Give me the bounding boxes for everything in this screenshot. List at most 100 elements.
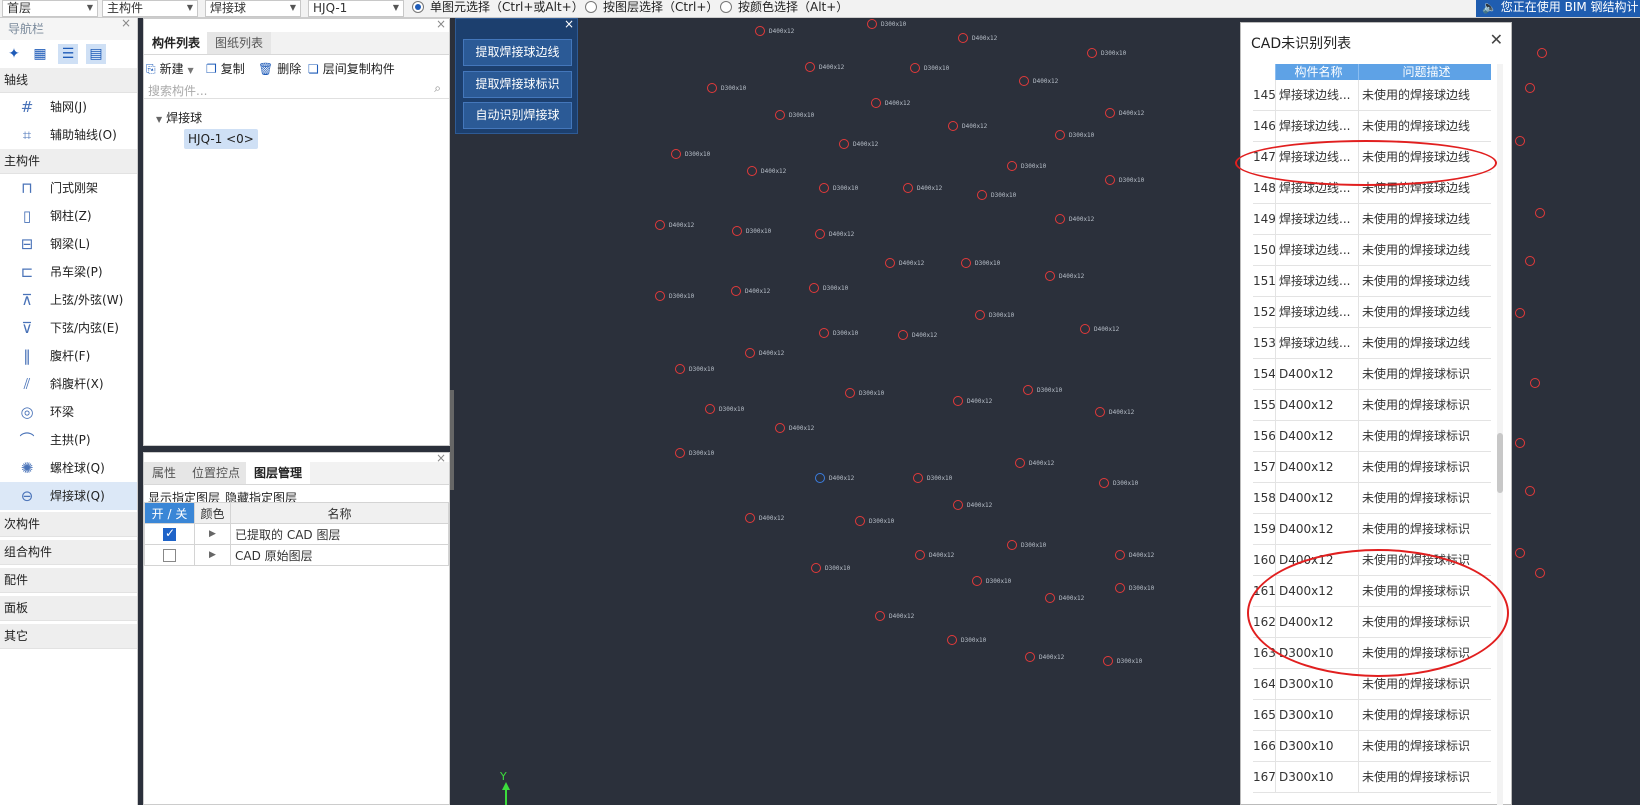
close-icon[interactable]: × [564,17,574,31]
radio-layer-select[interactable] [585,1,597,13]
weld-ball-label[interactable]: D300x10 [1119,177,1144,184]
weld-ball-symbol[interactable] [947,635,957,645]
qr-view-icon[interactable]: ▦ [30,44,50,64]
weld-ball-symbol[interactable] [1105,108,1115,118]
nav-category-other[interactable]: 其它 [0,624,137,649]
weld-ball-label[interactable]: D400x12 [1094,326,1119,333]
weld-ball-label[interactable]: D400x12 [1033,78,1058,85]
weld-ball-symbol[interactable] [655,220,665,230]
type-select[interactable]: 焊接球 ▼ [205,0,301,17]
table-row[interactable]: 149 焊接球边线... 未使用的焊接球边线 [1253,204,1491,235]
weld-ball-symbol[interactable] [705,404,715,414]
nav-category-panel[interactable]: 面板 [0,596,137,621]
tree-node-weld-ball[interactable]: ▼ 焊接球 [156,109,202,126]
component-select[interactable]: HJQ-1 ▼ [308,0,404,17]
extract-ball-label-button[interactable]: 提取焊接球标识 [463,71,572,98]
weld-ball-symbol[interactable] [707,83,717,93]
weld-ball-symbol[interactable] [745,348,755,358]
weld-ball-label[interactable]: D400x12 [745,288,770,295]
table-row[interactable]: 167 D300x10 未使用的焊接球标识 [1253,762,1491,793]
weld-ball-symbol[interactable] [1007,161,1017,171]
weld-ball-symbol[interactable] [1525,83,1535,93]
table-row[interactable]: 151 焊接球边线... 未使用的焊接球边线 [1253,266,1491,297]
component-search[interactable]: 搜索构件... ⌕ [144,81,449,99]
table-row[interactable]: 146 焊接球边线... 未使用的焊接球边线 [1253,111,1491,142]
tab-properties[interactable]: 属性 [144,462,185,484]
weld-ball-label[interactable]: D400x12 [759,350,784,357]
weld-ball-label[interactable]: D300x10 [1129,585,1154,592]
nav-item-ring-beam[interactable]: ◎ 环梁 [0,398,137,426]
table-row[interactable]: 152 焊接球边线... 未使用的焊接球边线 [1253,297,1491,328]
nav-item-crane-beam[interactable]: ⊏ 吊车梁(P) [0,258,137,286]
nav-item-steel-column[interactable]: ▯ 钢柱(Z) [0,202,137,230]
weld-ball-symbol[interactable] [975,310,985,320]
weld-ball-label[interactable]: D300x10 [719,406,744,413]
weld-ball-symbol[interactable] [1115,550,1125,560]
table-row[interactable]: 154 D400x12 未使用的焊接球标识 [1253,359,1491,390]
table-row[interactable]: 166 D300x10 未使用的焊接球标识 [1253,731,1491,762]
scrollbar-thumb[interactable] [1497,433,1503,493]
weld-ball-label[interactable]: D400x12 [962,123,987,130]
weld-ball-symbol[interactable] [867,19,877,29]
nav-item-diagonal-web[interactable]: ⫽ 斜腹杆(X) [0,370,137,398]
weld-ball-label[interactable]: D400x12 [889,613,914,620]
weld-ball-label[interactable]: D400x12 [929,552,954,559]
weld-ball-symbol[interactable] [1015,458,1025,468]
weld-ball-symbol[interactable] [675,448,685,458]
weld-ball-label[interactable]: D300x10 [869,518,894,525]
search-input[interactable]: 搜索构件... [148,82,207,99]
close-icon[interactable]: × [436,17,446,31]
nav-item-aux-axis[interactable]: ⌗ 辅助轴线(O) [0,121,137,149]
weld-ball-label[interactable]: D400x12 [853,141,878,148]
weld-ball-label[interactable]: D400x12 [885,100,910,107]
weld-ball-symbol[interactable] [898,330,908,340]
weld-ball-symbol[interactable] [1055,214,1065,224]
weld-ball-label[interactable]: D300x10 [961,637,986,644]
floor-select[interactable]: 首层 ▼ [2,0,98,17]
weld-ball-label[interactable]: D300x10 [689,366,714,373]
weld-ball-label[interactable]: D400x12 [1069,216,1094,223]
weld-ball-symbol[interactable] [675,364,685,374]
close-icon[interactable]: × [121,12,131,34]
nav-item-portal-frame[interactable]: ⊓ 门式刚架 [0,174,137,202]
weld-ball-label[interactable]: D300x10 [991,192,1016,199]
weld-ball-label[interactable]: D300x10 [789,112,814,119]
weld-ball-symbol[interactable] [1535,208,1545,218]
weld-ball-label[interactable]: D300x10 [1101,50,1126,57]
weld-ball-label[interactable]: D300x10 [1021,542,1046,549]
weld-ball-symbol[interactable] [819,328,829,338]
radio-color-select[interactable] [720,1,732,13]
weld-ball-symbol[interactable] [875,611,885,621]
weld-ball-label[interactable]: D300x10 [975,260,1000,267]
weld-ball-symbol[interactable] [953,396,963,406]
auto-identify-ball-button[interactable]: 自动识别焊接球 [463,102,572,129]
weld-ball-label[interactable]: D400x12 [769,28,794,35]
table-row[interactable]: 159 D400x12 未使用的焊接球标识 [1253,514,1491,545]
table-row[interactable]: 155 D400x12 未使用的焊接球标识 [1253,390,1491,421]
weld-ball-symbol[interactable] [775,423,785,433]
weld-ball-symbol[interactable] [1023,385,1033,395]
weld-ball-symbol[interactable] [1007,540,1017,550]
weld-ball-symbol[interactable] [1515,548,1525,558]
weld-ball-symbol[interactable] [845,388,855,398]
weld-ball-symbol[interactable] [958,33,968,43]
weld-ball-label[interactable]: D300x10 [825,565,850,572]
delete-button[interactable]: 🗑 删除 [258,60,301,77]
weld-ball-symbol[interactable] [1115,583,1125,593]
weld-ball-symbol[interactable] [1080,324,1090,334]
weld-ball-label[interactable]: D400x12 [819,64,844,71]
category-select[interactable]: 主构件 ▼ [102,0,198,17]
panel-splitter[interactable] [450,390,454,490]
weld-ball-symbol[interactable] [1105,175,1115,185]
weld-ball-symbol[interactable] [913,473,923,483]
weld-ball-label[interactable]: D400x12 [899,260,924,267]
weld-ball-symbol[interactable] [815,229,825,239]
nav-category-main[interactable]: 主构件 [0,149,137,174]
weld-ball-symbol[interactable] [1525,256,1535,266]
table-row[interactable]: 156 D400x12 未使用的焊接球标识 [1253,421,1491,452]
nav-item-weld-ball[interactable]: ⊖ 焊接球(Q) [0,482,137,510]
weld-ball-label[interactable]: D400x12 [1059,595,1084,602]
table-row[interactable]: 157 D400x12 未使用的焊接球标识 [1253,452,1491,483]
tab-component-list[interactable]: 构件列表 [144,32,209,54]
weld-ball-symbol[interactable] [885,258,895,268]
